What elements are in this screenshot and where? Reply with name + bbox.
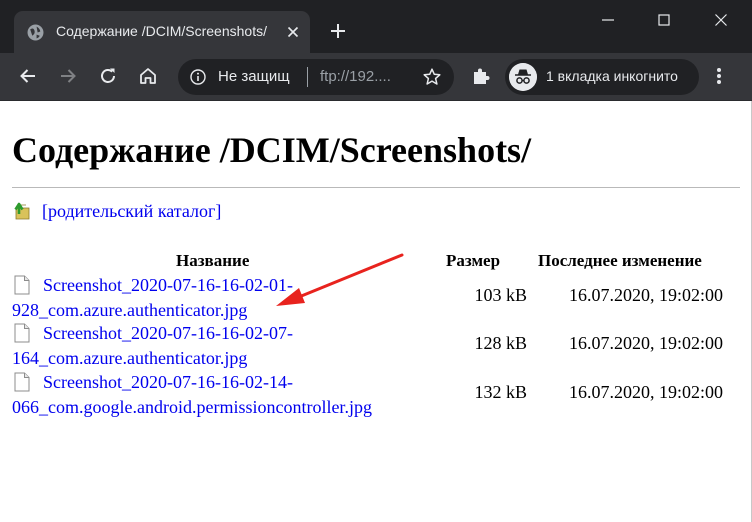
home-icon[interactable] (137, 65, 159, 87)
url-text[interactable]: ftp://192.... (320, 68, 391, 85)
file-size: 132 kB (474, 382, 527, 402)
new-tab-icon[interactable] (327, 20, 349, 42)
security-label[interactable]: Не защищ (218, 68, 290, 85)
file-modified: 16.07.2020, 19:02:00 (569, 333, 724, 353)
bookmark-star-icon[interactable] (422, 67, 442, 87)
close-window-icon[interactable] (709, 8, 733, 32)
file-name-line[interactable]: 066_com.google.android.permissioncontrol… (12, 395, 372, 420)
maximize-icon[interactable] (652, 8, 676, 32)
parent-directory-link[interactable]: [родительский каталог] (42, 201, 221, 222)
column-header-modified[interactable]: Последнее изменение (538, 251, 702, 271)
extensions-puzzle-icon[interactable] (470, 65, 492, 87)
file-modified: 16.07.2020, 19:02:00 (569, 285, 724, 305)
reload-icon[interactable] (97, 65, 119, 87)
minimize-icon[interactable] (596, 8, 620, 32)
globe-icon (27, 24, 44, 41)
file-link[interactable]: Screenshot_2020-07-16-16-02-14- 066_com.… (12, 370, 372, 420)
active-tab[interactable]: Содержание /DCIM/Screenshots/ (14, 11, 310, 53)
file-modified: 16.07.2020, 19:02:00 (569, 382, 724, 402)
file-name-line[interactable]: Screenshot_2020-07-16-16-02-01- (12, 273, 293, 298)
page-title: Содержание /DCIM/Screenshots/ (12, 130, 532, 170)
address-bar[interactable]: Не защищ ftp://192.... (178, 59, 454, 95)
parent-folder-icon[interactable] (12, 199, 32, 221)
omnibox-separator (307, 67, 308, 87)
tab-strip: Содержание /DCIM/Screenshots/ (0, 0, 752, 53)
incognito-button[interactable]: 1 вкладка инкогнито (505, 59, 699, 95)
browser-toolbar: Не защищ ftp://192.... 1 вкладка инкогни… (0, 53, 752, 101)
file-name-line[interactable]: 164_com.azure.authenticator.jpg (12, 346, 293, 371)
incognito-icon (509, 63, 537, 91)
kebab-menu-icon[interactable] (710, 65, 728, 87)
column-header-size[interactable]: Размер (446, 251, 500, 271)
file-size: 128 kB (474, 333, 527, 353)
page-content: Содержание /DCIM/Screenshots/ [родительс… (0, 101, 752, 522)
file-name-line[interactable]: Screenshot_2020-07-16-16-02-07- (12, 321, 293, 346)
incognito-label: 1 вкладка инкогнито (546, 68, 678, 84)
divider (12, 187, 740, 188)
file-name-line[interactable]: Screenshot_2020-07-16-16-02-14- (12, 370, 372, 395)
close-tab-icon[interactable] (284, 23, 302, 41)
tab-title: Содержание /DCIM/Screenshots/ (56, 23, 267, 39)
file-name-line[interactable]: 928_com.azure.authenticator.jpg (12, 298, 293, 323)
file-link[interactable]: Screenshot_2020-07-16-16-02-07- 164_com.… (12, 321, 293, 371)
file-link[interactable]: Screenshot_2020-07-16-16-02-01- 928_com.… (12, 273, 293, 323)
column-header-name[interactable]: Название (176, 251, 249, 271)
info-icon[interactable] (190, 69, 206, 85)
back-arrow-icon[interactable] (17, 65, 39, 87)
file-size: 103 kB (474, 285, 527, 305)
forward-arrow-icon[interactable] (57, 65, 79, 87)
